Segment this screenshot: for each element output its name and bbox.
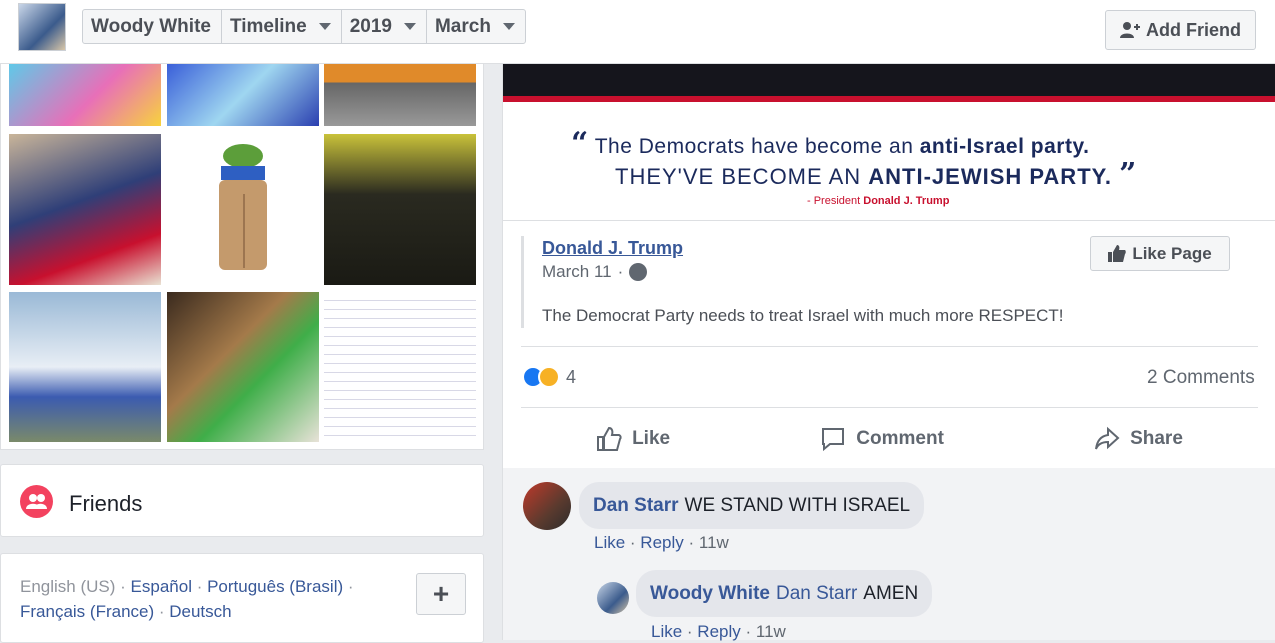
comment-age[interactable]: 11w	[699, 533, 729, 552]
year-dropdown[interactable]: 2019	[342, 10, 427, 43]
reply-author-link[interactable]: Woody White	[650, 583, 770, 605]
add-friend-button[interactable]: Add Friend	[1105, 10, 1256, 50]
comment-icon	[822, 428, 845, 452]
profile-name: Woody White	[91, 15, 211, 37]
add-friend-label: Add Friend	[1146, 19, 1241, 40]
photo-thumbnail[interactable]	[167, 292, 319, 442]
photo-thumbnail[interactable]	[324, 292, 476, 442]
section-label: Timeline	[229, 15, 307, 37]
reply-bubble: Woody White Dan Starr AMEN	[636, 570, 933, 617]
attribution-name: Donald J. Trump	[863, 195, 950, 207]
shared-post: Donald J. Trump March 11 · Like Page The…	[521, 236, 1257, 328]
photo-thumbnail[interactable]	[9, 64, 161, 126]
chevron-down-icon	[318, 23, 331, 30]
profile-name-link[interactable]: Woody White	[83, 10, 222, 43]
reaction-count: 4	[566, 366, 577, 387]
comment-bubble: Dan Starr WE STAND WITH ISRAEL	[579, 482, 925, 529]
image-photo-strip	[503, 64, 1275, 96]
friends-card[interactable]: Friends	[0, 464, 484, 537]
divider	[503, 220, 1275, 221]
reply-age[interactable]: 11w	[756, 622, 786, 641]
profile-avatar[interactable]	[18, 3, 66, 51]
language-link[interactable]: Português (Brasil)	[207, 577, 343, 596]
section-dropdown[interactable]: Timeline	[222, 10, 342, 43]
comment-meta: Like · Reply · 11w	[594, 533, 729, 552]
quote-line-1-plain: The Democrats have become an	[594, 135, 920, 158]
like-label: Like	[632, 428, 671, 449]
month-label: March	[434, 15, 491, 37]
like-button[interactable]: Like	[596, 426, 670, 452]
share-icon	[1095, 426, 1120, 450]
language-list: English (US) · Español · Português (Bras…	[20, 577, 354, 621]
reply-avatar[interactable]	[597, 582, 629, 614]
haha-reaction-icon	[538, 366, 560, 388]
reply-text: AMEN	[863, 582, 919, 604]
shared-post-date: March 11 ·	[542, 262, 648, 282]
post-actions: Like Comment Share	[521, 410, 1258, 468]
photo-thumbnail[interactable]	[167, 64, 319, 126]
divider	[521, 407, 1258, 408]
comment-text: WE STAND WITH ISRAEL	[684, 494, 911, 516]
thumbs-up-icon	[597, 426, 622, 451]
chevron-down-icon	[502, 23, 515, 30]
close-quote-icon: ”	[1119, 157, 1138, 192]
quote-line-1-bold: anti-Israel party.	[919, 135, 1090, 158]
quote-line-2-bold: ANTI-JEWISH PARTY.	[868, 164, 1112, 189]
image-red-stripe	[503, 96, 1275, 102]
language-link[interactable]: Deutsch	[169, 602, 231, 621]
dot-separator: ·	[617, 262, 624, 281]
share-button[interactable]: Share	[1094, 426, 1183, 452]
comment-reply-link[interactable]: Reply	[640, 533, 683, 552]
reply-tagged-user-link[interactable]: Dan Starr	[776, 583, 857, 605]
reply-reply-link[interactable]: Reply	[697, 622, 740, 641]
comment-label: Comment	[856, 428, 944, 449]
quote-line-2-plain: THEY'VE BECOME AN	[615, 164, 869, 189]
current-language: English (US)	[20, 577, 116, 596]
post-card: “ The Democrats have become an anti-Isra…	[502, 64, 1275, 641]
timeline-selector: Woody White Timeline 2019 March	[82, 9, 526, 44]
like-page-label: Like Page	[1132, 243, 1212, 263]
photo-thumbnail[interactable]	[9, 134, 161, 285]
like-page-button[interactable]: Like Page	[1090, 236, 1230, 271]
photo-thumbnail[interactable]	[167, 134, 319, 285]
photo-thumbnail[interactable]	[9, 292, 161, 442]
friends-title: Friends	[69, 491, 143, 516]
attribution-prefix: - President	[807, 195, 864, 207]
chevron-down-icon	[403, 23, 416, 30]
divider	[521, 346, 1258, 347]
comments-section: Dan Starr WE STAND WITH ISRAEL Like · Re…	[503, 468, 1275, 641]
quote-attribution: - President Donald J. Trump	[807, 195, 949, 207]
comment-author-link[interactable]: Dan Starr	[593, 495, 679, 517]
quote-line-2: THEY'VE BECOME AN ANTI-JEWISH PARTY. ”	[615, 157, 1137, 192]
comment-like-link[interactable]: Like	[594, 533, 625, 552]
globe-icon	[629, 263, 648, 281]
photos-grid	[0, 64, 484, 450]
language-link[interactable]: Español	[131, 577, 192, 596]
shared-date-text[interactable]: March 11	[542, 262, 612, 282]
year-label: 2019	[349, 15, 392, 37]
commenter-avatar[interactable]	[523, 482, 571, 530]
reply-meta: Like · Reply · 11w	[651, 622, 786, 641]
friends-icon	[20, 485, 53, 518]
language-card: English (US) · Español · Português (Bras…	[0, 553, 484, 643]
comments-count-link[interactable]: 2 Comments	[1147, 367, 1255, 389]
top-bar: Woody White Timeline 2019 March Add Frie…	[0, 0, 1275, 64]
photo-thumbnail[interactable]	[324, 134, 476, 285]
open-quote-icon: “	[571, 126, 589, 161]
photo-thumbnail[interactable]	[324, 64, 476, 126]
comment-button[interactable]: Comment	[820, 426, 944, 452]
shared-post-text: The Democrat Party needs to treat Israel…	[542, 306, 1064, 325]
quote-line-1: “ The Democrats have become an anti-Isra…	[571, 126, 1089, 161]
shared-author-link[interactable]: Donald J. Trump	[542, 238, 683, 259]
pepe-figure-image	[219, 144, 267, 270]
language-link[interactable]: Français (France)	[20, 602, 154, 621]
shared-image[interactable]: “ The Democrats have become an anti-Isra…	[503, 64, 1275, 220]
month-dropdown[interactable]: March	[427, 10, 525, 43]
reactions-summary[interactable]: 4	[522, 366, 576, 388]
add-friend-icon	[1120, 22, 1140, 38]
thumbs-up-icon	[1108, 245, 1127, 262]
more-languages-button[interactable]: +	[416, 573, 466, 615]
share-label: Share	[1130, 428, 1183, 449]
reply-like-link[interactable]: Like	[651, 622, 682, 641]
